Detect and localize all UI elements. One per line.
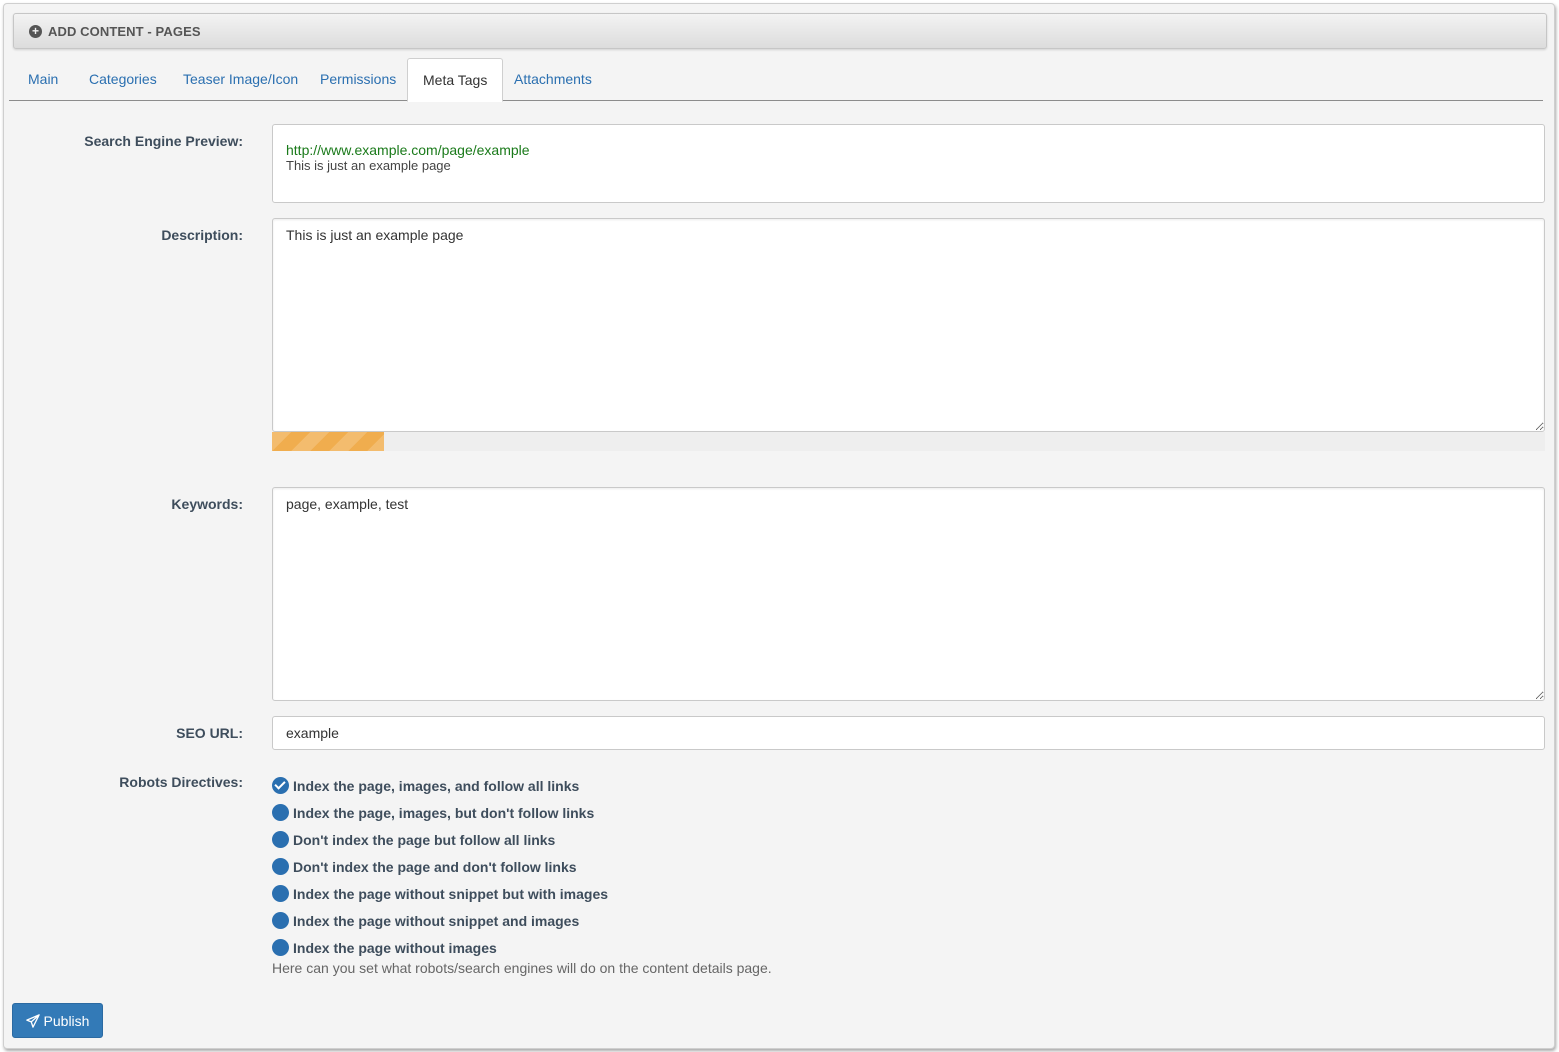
seo-url-input[interactable] (272, 716, 1545, 750)
description-progress-fill (272, 432, 385, 451)
robots-option-label: Don't index the page and don't follow li… (293, 858, 577, 875)
radio-icon[interactable] (272, 885, 289, 902)
preview-url: http://www.example.com/page/example (286, 142, 530, 158)
description-textarea[interactable] (272, 218, 1545, 432)
keywords-label: Keywords: (171, 496, 243, 512)
publish-button[interactable]: Publish (12, 1003, 103, 1038)
tab-meta-tags[interactable]: Meta Tags (407, 58, 504, 102)
tab-teaser-image-icon[interactable]: Teaser Image/Icon (168, 58, 313, 101)
robots-option-noindex-nofollow[interactable]: Don't index the page and don't follow li… (272, 853, 608, 880)
robots-option-label: Index the page without images (293, 939, 497, 956)
plus-circle-icon: + (29, 24, 42, 38)
robots-option-nosnippet-images[interactable]: Index the page without snippet but with … (272, 880, 608, 907)
robots-radio-group: Index the page, images, and follow all l… (272, 772, 608, 961)
radio-icon[interactable] (272, 858, 289, 875)
paper-plane-icon (25, 1013, 40, 1028)
robots-option-label: Don't index the page but follow all link… (293, 831, 556, 848)
radio-checked-icon[interactable] (272, 777, 289, 794)
radio-icon[interactable] (272, 804, 289, 821)
panel-header: + ADD CONTENT - PAGES (13, 13, 1547, 49)
tab-permissions[interactable]: Permissions (305, 58, 411, 101)
robots-directives-label: Robots Directives: (119, 774, 243, 790)
tab-categories[interactable]: Categories (74, 58, 172, 101)
preview-description: This is just an example page (286, 158, 451, 173)
robots-option-index-nofollow[interactable]: Index the page, images, but don't follow… (272, 799, 608, 826)
robots-option-label: Index the page without snippet and image… (293, 912, 580, 929)
tab-bar: Main Categories Teaser Image/Icon Permis… (9, 58, 1543, 102)
robots-help-text: Here can you set what robots/search engi… (272, 960, 772, 976)
description-length-progress (272, 432, 1545, 451)
robots-option-index-follow[interactable]: Index the page, images, and follow all l… (272, 772, 608, 799)
radio-icon[interactable] (272, 831, 289, 848)
description-label: Description: (161, 227, 243, 243)
robots-option-noimages[interactable]: Index the page without images (272, 934, 608, 961)
radio-icon[interactable] (272, 912, 289, 929)
robots-option-nosnippet-noimages[interactable]: Index the page without snippet and image… (272, 907, 608, 934)
robots-option-label: Index the page, images, but don't follow… (293, 804, 595, 821)
robots-option-label: Index the page without snippet but with … (293, 885, 609, 902)
publish-label: Publish (43, 1012, 90, 1029)
robots-option-label: Index the page, images, and follow all l… (293, 777, 580, 794)
keywords-textarea[interactable] (272, 487, 1545, 701)
tab-main[interactable]: Main (13, 58, 73, 101)
radio-icon[interactable] (272, 939, 289, 956)
tab-attachments[interactable]: Attachments (499, 58, 607, 101)
search-engine-preview: http://www.example.com/page/example This… (272, 124, 1545, 203)
seo-url-label: SEO URL: (176, 725, 243, 741)
panel-title: ADD CONTENT - PAGES (48, 23, 201, 39)
robots-option-noindex-follow[interactable]: Don't index the page but follow all link… (272, 826, 608, 853)
search-engine-preview-label: Search Engine Preview: (84, 133, 243, 149)
